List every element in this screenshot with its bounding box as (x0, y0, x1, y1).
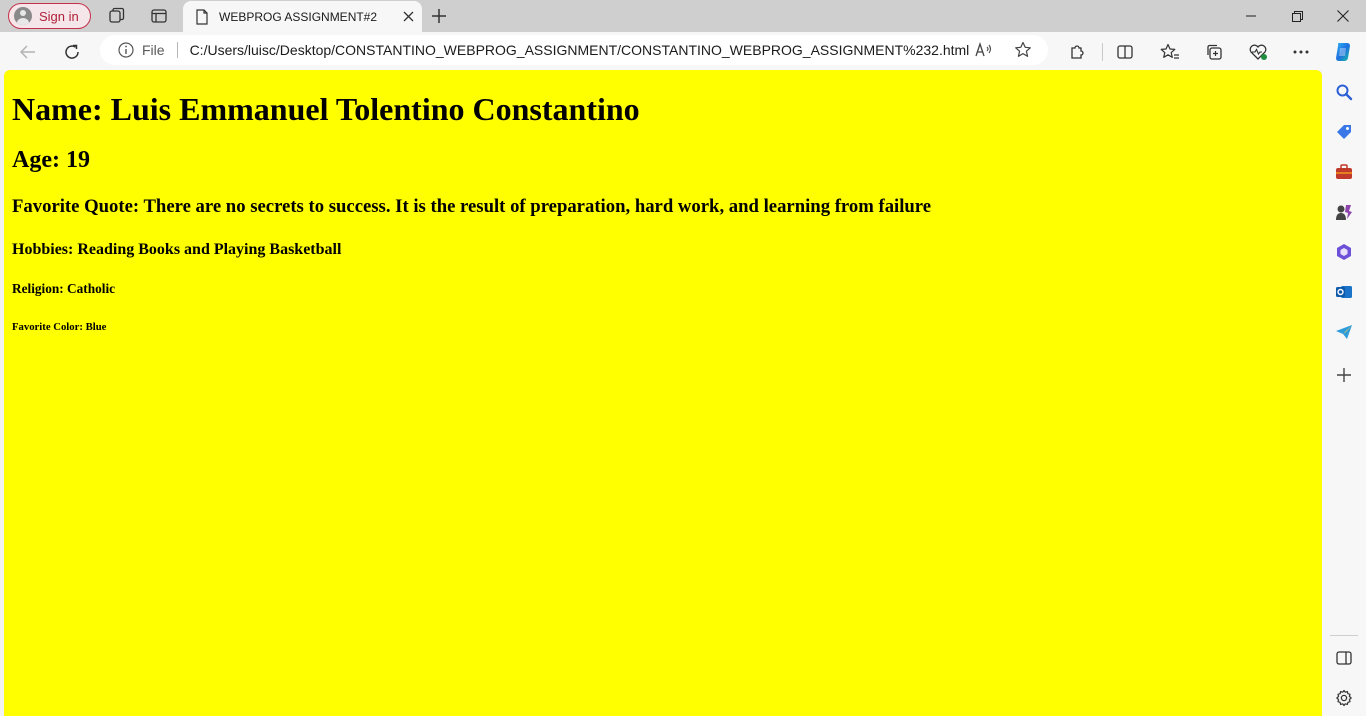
add-icon[interactable] (1333, 364, 1355, 386)
restore-icon[interactable] (1274, 0, 1320, 32)
info-icon[interactable] (117, 41, 135, 59)
search-icon[interactable] (1333, 81, 1355, 103)
split-screen-icon[interactable] (1112, 39, 1138, 65)
shopping-icon[interactable] (1333, 121, 1355, 143)
page-content: Name: Luis Emmanuel Tolentino Constantin… (4, 70, 1322, 716)
browser-essentials-icon[interactable] (1245, 39, 1271, 65)
religion-heading: Religion: Catholic (12, 280, 116, 296)
hide-sidebar-icon[interactable] (1333, 647, 1355, 669)
outlook-icon[interactable] (1333, 281, 1355, 303)
browser-toolbar: File C:/Users/luisc/Desktop/CONSTANTINO_… (0, 32, 1366, 70)
refresh-icon[interactable] (59, 39, 85, 65)
collections-icon[interactable] (1201, 39, 1227, 65)
address-bar[interactable]: File C:/Users/luisc/Desktop/CONSTANTINO_… (100, 35, 1048, 65)
tab-strip: Sign in WEBPROG ASSIGNMENT#2 (0, 0, 1366, 32)
copilot-icon[interactable] (1330, 39, 1356, 65)
address-url[interactable]: C:/Users/luisc/Desktop/CONSTANTINO_WEBPR… (190, 42, 970, 58)
favorites-icon[interactable] (1157, 39, 1183, 65)
address-separator (176, 42, 178, 58)
address-scheme: File (142, 42, 165, 58)
toolbar-separator (1102, 43, 1103, 61)
back-icon[interactable] (15, 39, 41, 65)
sign-in-button[interactable]: Sign in (8, 3, 91, 29)
sign-in-label: Sign in (39, 8, 79, 24)
close-icon[interactable] (394, 11, 422, 22)
close-window-icon[interactable] (1320, 0, 1366, 32)
name-heading: Name: Luis Emmanuel Tolentino Constantin… (12, 91, 640, 127)
quote-heading: Favorite Quote: There are no secrets to … (12, 196, 932, 218)
edge-sidebar (1322, 70, 1366, 716)
tab-actions-icon[interactable] (149, 6, 169, 26)
sidebar-divider (1330, 635, 1358, 636)
tools-icon[interactable] (1333, 161, 1355, 183)
office-icon[interactable] (1333, 241, 1355, 263)
star-icon[interactable] (1013, 40, 1033, 60)
plus-icon[interactable] (428, 5, 450, 27)
page-icon (195, 8, 209, 25)
games-icon[interactable] (1333, 201, 1355, 223)
more-icon[interactable] (1288, 39, 1314, 65)
workspaces-icon[interactable] (107, 6, 127, 26)
drop-icon[interactable] (1333, 321, 1355, 343)
minimize-icon[interactable] (1228, 0, 1274, 32)
settings-icon[interactable] (1333, 687, 1355, 709)
favorite-color-heading: Favorite Color: Blue (12, 320, 107, 333)
extensions-icon[interactable] (1064, 39, 1090, 65)
profile-icon (14, 7, 32, 25)
tab-title: WEBPROG ASSIGNMENT#2 (219, 9, 378, 24)
tab-webprog-assignment[interactable]: WEBPROG ASSIGNMENT#2 (183, 1, 422, 32)
hobbies-heading: Hobbies: Reading Books and Playing Baske… (12, 240, 342, 258)
read-aloud-icon[interactable] (974, 40, 994, 60)
age-heading: Age: 19 (12, 147, 90, 174)
